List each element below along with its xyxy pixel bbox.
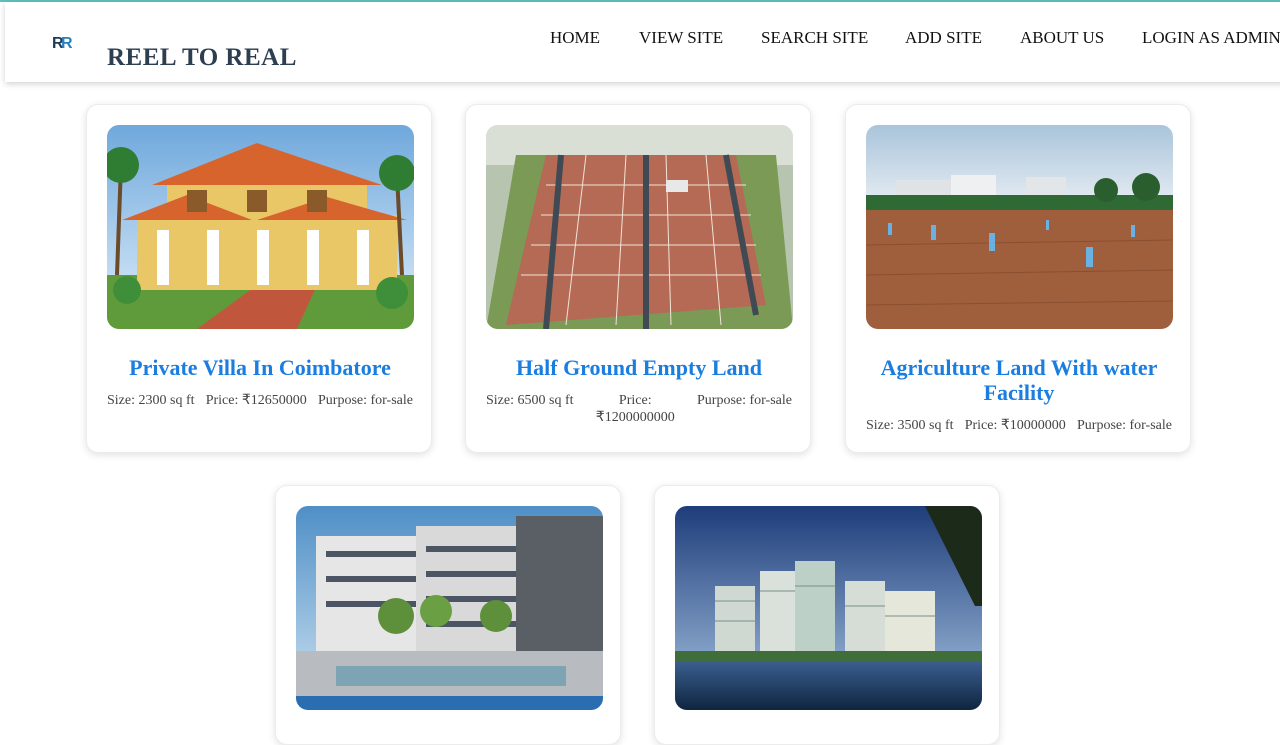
listing-size: Size: 2300 sq ft <box>107 393 195 408</box>
nav-login-admin[interactable]: LOGIN AS ADMIN <box>1142 28 1280 48</box>
listing-card[interactable]: Agriculture Land With water Facility Siz… <box>845 104 1191 453</box>
listing-size: Size: 3500 sq ft <box>866 418 954 433</box>
nav-add-site[interactable]: ADD SITE <box>905 28 982 48</box>
agriculture-field-photo <box>866 125 1173 329</box>
riverside-towers-photo <box>675 506 982 710</box>
nav-view-site[interactable]: VIEW SITE <box>639 28 723 48</box>
nav-search-site[interactable]: SEARCH SITE <box>761 28 868 48</box>
listing-card[interactable] <box>275 485 621 745</box>
listing-price: Price: ₹12650000 <box>205 393 307 408</box>
apartment-complex-photo <box>296 506 603 710</box>
listing-meta: Size: 2300 sq ft Price: ₹12650000 Purpos… <box>107 392 413 409</box>
nav-home[interactable]: HOME <box>550 28 600 48</box>
villa-house-photo <box>107 125 414 329</box>
land-plots-aerial-photo <box>486 125 793 329</box>
listing-price: Price: ₹1200000000 <box>595 393 675 425</box>
listing-meta: Size: 3500 sq ft Price: ₹10000000 Purpos… <box>866 417 1172 434</box>
nav-about-us[interactable]: ABOUT US <box>1020 28 1104 48</box>
navbar: R R REEL TO REAL HOME VIEW SITE SEARCH S… <box>5 2 1280 82</box>
listing-purpose: Purpose: for-sale <box>1077 418 1172 433</box>
logo-icon[interactable]: R R <box>52 32 74 52</box>
listing-card[interactable]: Half Ground Empty Land Size: 6500 sq ft … <box>465 104 811 453</box>
listing-purpose: Purpose: for-sale <box>697 393 792 408</box>
listing-purpose: Purpose: for-sale <box>318 393 413 408</box>
svg-text:R: R <box>61 35 73 52</box>
listing-size: Size: 6500 sq ft <box>486 393 574 408</box>
listing-title[interactable]: Private Villa In Coimbatore <box>97 355 423 380</box>
listing-title[interactable]: Half Ground Empty Land <box>476 355 802 380</box>
listing-title[interactable]: Agriculture Land With water Facility <box>856 355 1182 405</box>
brand-title[interactable]: REEL TO REAL <box>107 44 297 72</box>
listing-meta: Size: 6500 sq ft Price: ₹1200000000 Purp… <box>486 392 792 426</box>
listing-card[interactable] <box>654 485 1000 745</box>
listing-price: Price: ₹10000000 <box>964 418 1066 433</box>
listing-card[interactable]: Private Villa In Coimbatore Size: 2300 s… <box>86 104 432 453</box>
